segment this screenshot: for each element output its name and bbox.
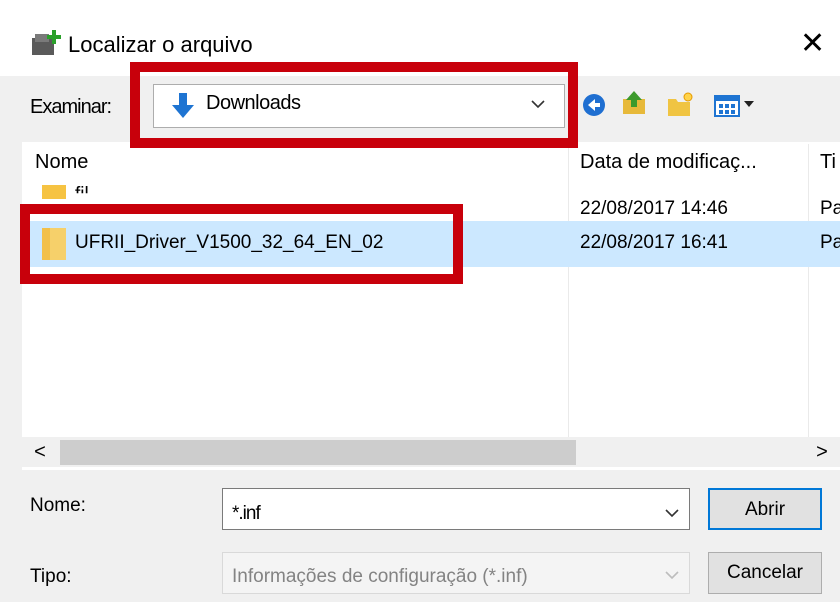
column-header-type[interactable]: Ti	[820, 151, 836, 174]
scroll-right-arrow[interactable]: >	[812, 440, 832, 464]
filetype-label: Tipo:	[30, 566, 72, 587]
downloads-icon	[172, 93, 194, 118]
file-type: Pa	[820, 198, 840, 219]
chevron-down-icon[interactable]	[664, 505, 680, 521]
filetype-value: Informações de configuração (*.inf)	[232, 566, 528, 587]
filename-input[interactable]: *.inf	[232, 503, 261, 525]
column-header-date[interactable]: Data de modificaç...	[580, 151, 757, 174]
new-folder-icon[interactable]	[666, 91, 694, 119]
location-label: Examinar:	[30, 96, 112, 118]
folder-icon	[42, 228, 66, 260]
open-button[interactable]: Abrir	[708, 488, 822, 530]
scrollbar-thumb[interactable]	[60, 440, 576, 465]
chevron-down-icon	[665, 571, 679, 580]
close-button[interactable]: ✕	[800, 24, 840, 64]
location-value: Downloads	[206, 92, 301, 114]
up-folder-icon[interactable]	[620, 89, 648, 117]
chevron-down-icon[interactable]	[530, 96, 546, 112]
file-date: 22/08/2017 14:46	[580, 198, 728, 219]
folder-icon	[42, 185, 66, 199]
back-icon[interactable]	[580, 91, 608, 119]
file-type: Pa	[820, 232, 840, 253]
filename-combobox[interactable]	[222, 488, 690, 530]
view-menu-icon[interactable]	[712, 91, 764, 119]
column-header-name[interactable]: Nome	[35, 151, 88, 174]
file-date: 22/08/2017 16:41	[580, 232, 728, 253]
cancel-button[interactable]: Cancelar	[708, 552, 822, 594]
scroll-left-arrow[interactable]: <	[30, 440, 50, 464]
locate-file-icon	[32, 30, 61, 55]
filename-label: Nome:	[30, 495, 86, 516]
dialog-title: Localizar o arquivo	[68, 32, 253, 57]
file-name: UFRII_Driver_V1500_32_64_EN_02	[75, 232, 384, 253]
